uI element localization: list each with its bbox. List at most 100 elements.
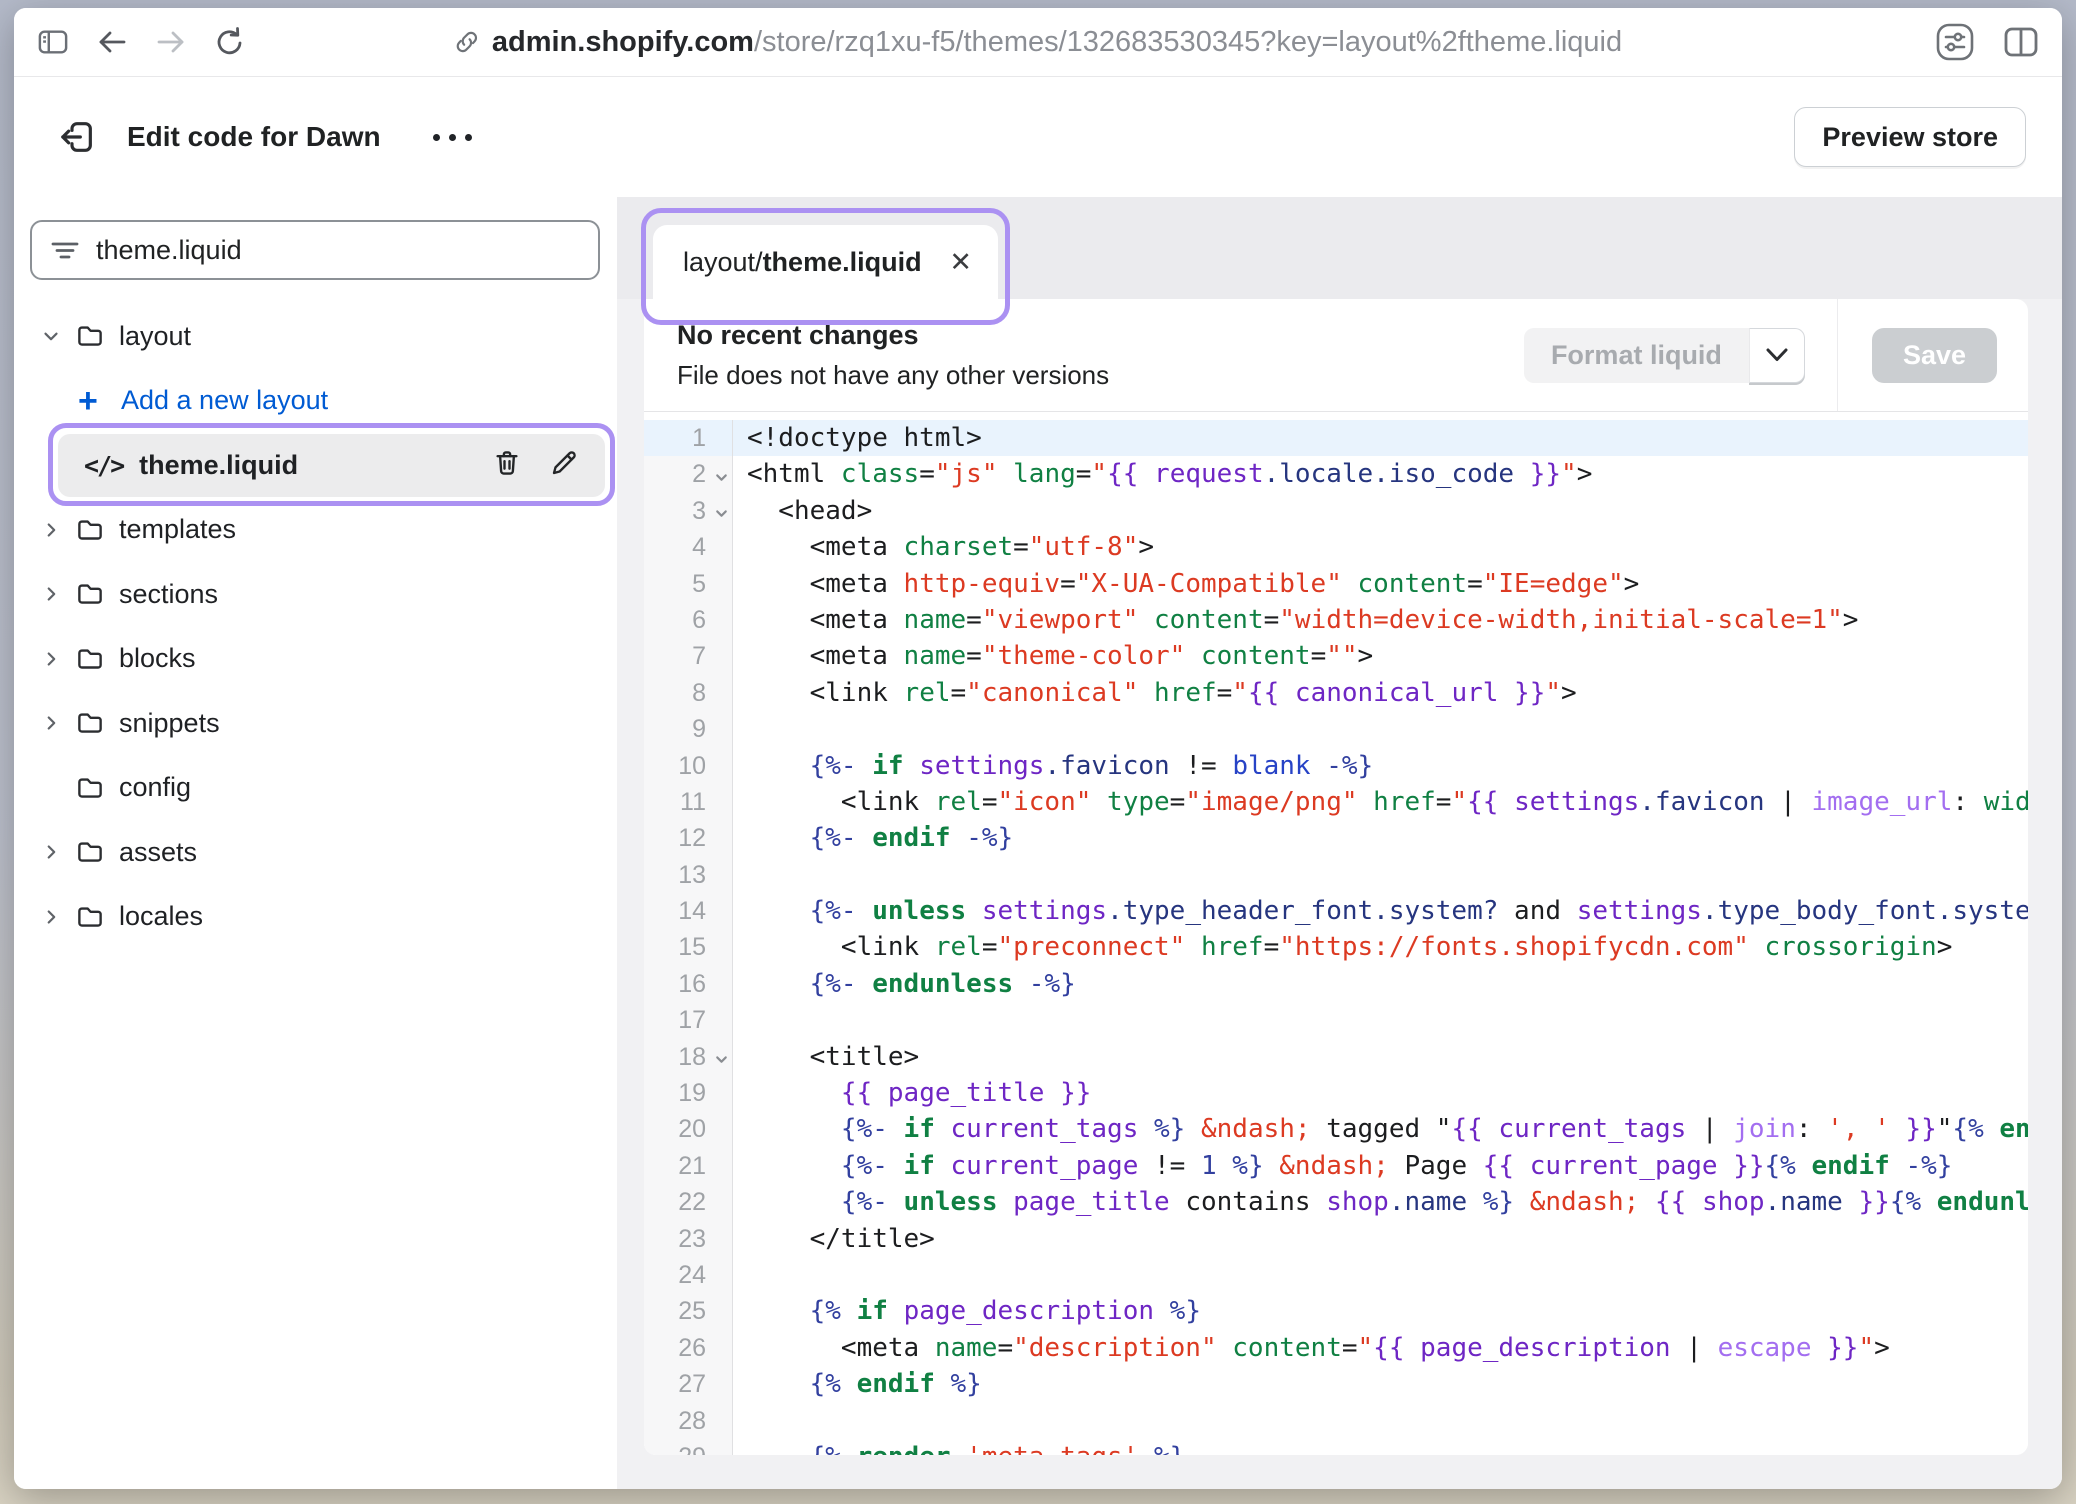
- line-number[interactable]: 4: [644, 529, 733, 565]
- code-line[interactable]: 16 {%- endunless -%}: [644, 966, 2028, 1002]
- line-number[interactable]: 29: [644, 1439, 733, 1455]
- code-line[interactable]: 27 {% endif %}: [644, 1366, 2028, 1402]
- sidebar-item-sections[interactable]: sections: [14, 562, 617, 627]
- code-line[interactable]: 4 <meta charset="utf-8">: [644, 529, 2028, 565]
- more-menu-icon[interactable]: [423, 124, 482, 151]
- sidebar-file-theme.liquid[interactable]: </>theme.liquid: [14, 433, 617, 498]
- code-line[interactable]: 13: [644, 857, 2028, 893]
- line-number[interactable]: 10: [644, 748, 733, 784]
- chevron-down-icon[interactable]: [40, 325, 62, 347]
- file-sidebar: theme.liquid layout+Add a new layout</>t…: [14, 197, 617, 1489]
- tab-theme-liquid[interactable]: layout/theme.liquid ✕: [653, 225, 998, 299]
- close-tab-icon[interactable]: ✕: [949, 249, 972, 276]
- code-line[interactable]: 20 {%- if current_tags %} &ndash; tagged…: [644, 1111, 2028, 1147]
- fold-toggle-icon[interactable]: [713, 459, 730, 495]
- line-number[interactable]: 21: [644, 1148, 733, 1184]
- code-line[interactable]: 19 {{ page_title }}: [644, 1075, 2028, 1111]
- code-editor[interactable]: 1<!doctype html>2<html class="js" lang="…: [644, 413, 2028, 1455]
- code-line[interactable]: 28: [644, 1403, 2028, 1439]
- split-view-icon[interactable]: [2002, 25, 2040, 59]
- fold-toggle-icon[interactable]: [713, 1042, 730, 1078]
- code-line[interactable]: 12 {%- endif -%}: [644, 820, 2028, 856]
- fold-toggle-icon[interactable]: [713, 496, 730, 532]
- line-number[interactable]: 16: [644, 966, 733, 1002]
- code-line[interactable]: 8 <link rel="canonical" href="{{ canonic…: [644, 675, 2028, 711]
- chevron-right-icon[interactable]: [40, 583, 62, 605]
- address-bar[interactable]: admin.shopify.com/store/rzq1xu-f5/themes…: [454, 8, 1622, 76]
- trash-icon[interactable]: [492, 448, 522, 483]
- code-line[interactable]: 7 <meta name="theme-color" content="">: [644, 638, 2028, 674]
- line-number[interactable]: 26: [644, 1330, 733, 1366]
- line-number[interactable]: 7: [644, 638, 733, 674]
- chevron-right-icon[interactable]: [40, 519, 62, 541]
- add-new-layout-link[interactable]: +Add a new layout: [14, 369, 617, 434]
- line-number[interactable]: 23: [644, 1221, 733, 1257]
- line-number[interactable]: 24: [644, 1257, 733, 1293]
- code-line[interactable]: 6 <meta name="viewport" content="width=d…: [644, 602, 2028, 638]
- chevron-right-icon[interactable]: [40, 906, 62, 928]
- code-line[interactable]: 15 <link rel="preconnect" href="https://…: [644, 929, 2028, 965]
- sidebar-item-locales[interactable]: locales: [14, 885, 617, 950]
- line-number[interactable]: 27: [644, 1366, 733, 1402]
- exit-icon[interactable]: [55, 115, 99, 159]
- code-line[interactable]: 10 {%- if settings.favicon != blank -%}: [644, 748, 2028, 784]
- line-number[interactable]: 9: [644, 711, 733, 747]
- code-line[interactable]: 17: [644, 1002, 2028, 1038]
- sidebar-item-templates[interactable]: templates: [14, 498, 617, 563]
- preview-store-button[interactable]: Preview store: [1794, 107, 2026, 167]
- line-number[interactable]: 14: [644, 893, 733, 929]
- code-line-content: <title>: [733, 1039, 2028, 1075]
- code-line[interactable]: 24: [644, 1257, 2028, 1293]
- line-number[interactable]: 2: [644, 456, 733, 492]
- file-label: theme.liquid: [139, 450, 298, 481]
- code-line[interactable]: 23 </title>: [644, 1221, 2028, 1257]
- sidebar-item-blocks[interactable]: blocks: [14, 627, 617, 692]
- line-number[interactable]: 5: [644, 566, 733, 602]
- line-number[interactable]: 28: [644, 1403, 733, 1439]
- tune-icon[interactable]: [1934, 21, 1976, 63]
- line-number[interactable]: 20: [644, 1111, 733, 1147]
- code-line[interactable]: 14 {%- unless settings.type_header_font.…: [644, 893, 2028, 929]
- sidebar-item-assets[interactable]: assets: [14, 820, 617, 885]
- code-line[interactable]: 1<!doctype html>: [644, 420, 2028, 456]
- code-line[interactable]: 26 <meta name="description" content="{{ …: [644, 1330, 2028, 1366]
- format-dropdown-button[interactable]: [1749, 328, 1805, 383]
- line-number[interactable]: 13: [644, 857, 733, 893]
- sidebar-toggle-icon[interactable]: [38, 27, 68, 57]
- line-number[interactable]: 12: [644, 820, 733, 856]
- line-number[interactable]: 1: [644, 420, 733, 456]
- line-number[interactable]: 25: [644, 1293, 733, 1329]
- chevron-right-icon[interactable]: [40, 841, 62, 863]
- code-line[interactable]: 5 <meta http-equiv="X-UA-Compatible" con…: [644, 566, 2028, 602]
- code-line[interactable]: 2<html class="js" lang="{{ request.local…: [644, 456, 2028, 492]
- code-line[interactable]: 29 {% render 'meta-tags' %}: [644, 1439, 2028, 1455]
- line-number[interactable]: 15: [644, 929, 733, 965]
- browser-toolbar: admin.shopify.com/store/rzq1xu-f5/themes…: [14, 8, 2062, 77]
- folder-icon: [75, 837, 105, 867]
- file-search-input[interactable]: theme.liquid: [30, 220, 600, 280]
- line-number[interactable]: 6: [644, 602, 733, 638]
- sidebar-item-layout[interactable]: layout: [14, 304, 617, 369]
- chevron-right-icon[interactable]: [40, 712, 62, 734]
- line-number[interactable]: 19: [644, 1075, 733, 1111]
- code-line[interactable]: 9: [644, 711, 2028, 747]
- back-icon[interactable]: [97, 27, 127, 57]
- selected-file-item[interactable]: </>theme.liquid: [58, 434, 605, 497]
- line-number[interactable]: 18: [644, 1039, 733, 1075]
- line-number[interactable]: 8: [644, 675, 733, 711]
- code-line[interactable]: 25 {% if page_description %}: [644, 1293, 2028, 1329]
- line-number[interactable]: 11: [644, 784, 733, 820]
- line-number[interactable]: 3: [644, 493, 733, 529]
- line-number[interactable]: 17: [644, 1002, 733, 1038]
- code-line[interactable]: 11 <link rel="icon" type="image/png" hre…: [644, 784, 2028, 820]
- code-line[interactable]: 22 {%- unless page_title contains shop.n…: [644, 1184, 2028, 1220]
- code-line[interactable]: 3 <head>: [644, 493, 2028, 529]
- code-line[interactable]: 21 {%- if current_page != 1 %} &ndash; P…: [644, 1148, 2028, 1184]
- line-number[interactable]: 22: [644, 1184, 733, 1220]
- chevron-right-icon[interactable]: [40, 648, 62, 670]
- code-line[interactable]: 18 <title>: [644, 1039, 2028, 1075]
- pencil-icon[interactable]: [549, 448, 579, 483]
- reload-icon[interactable]: [215, 27, 245, 57]
- sidebar-item-snippets[interactable]: snippets: [14, 691, 617, 756]
- sidebar-item-config[interactable]: config: [14, 756, 617, 821]
